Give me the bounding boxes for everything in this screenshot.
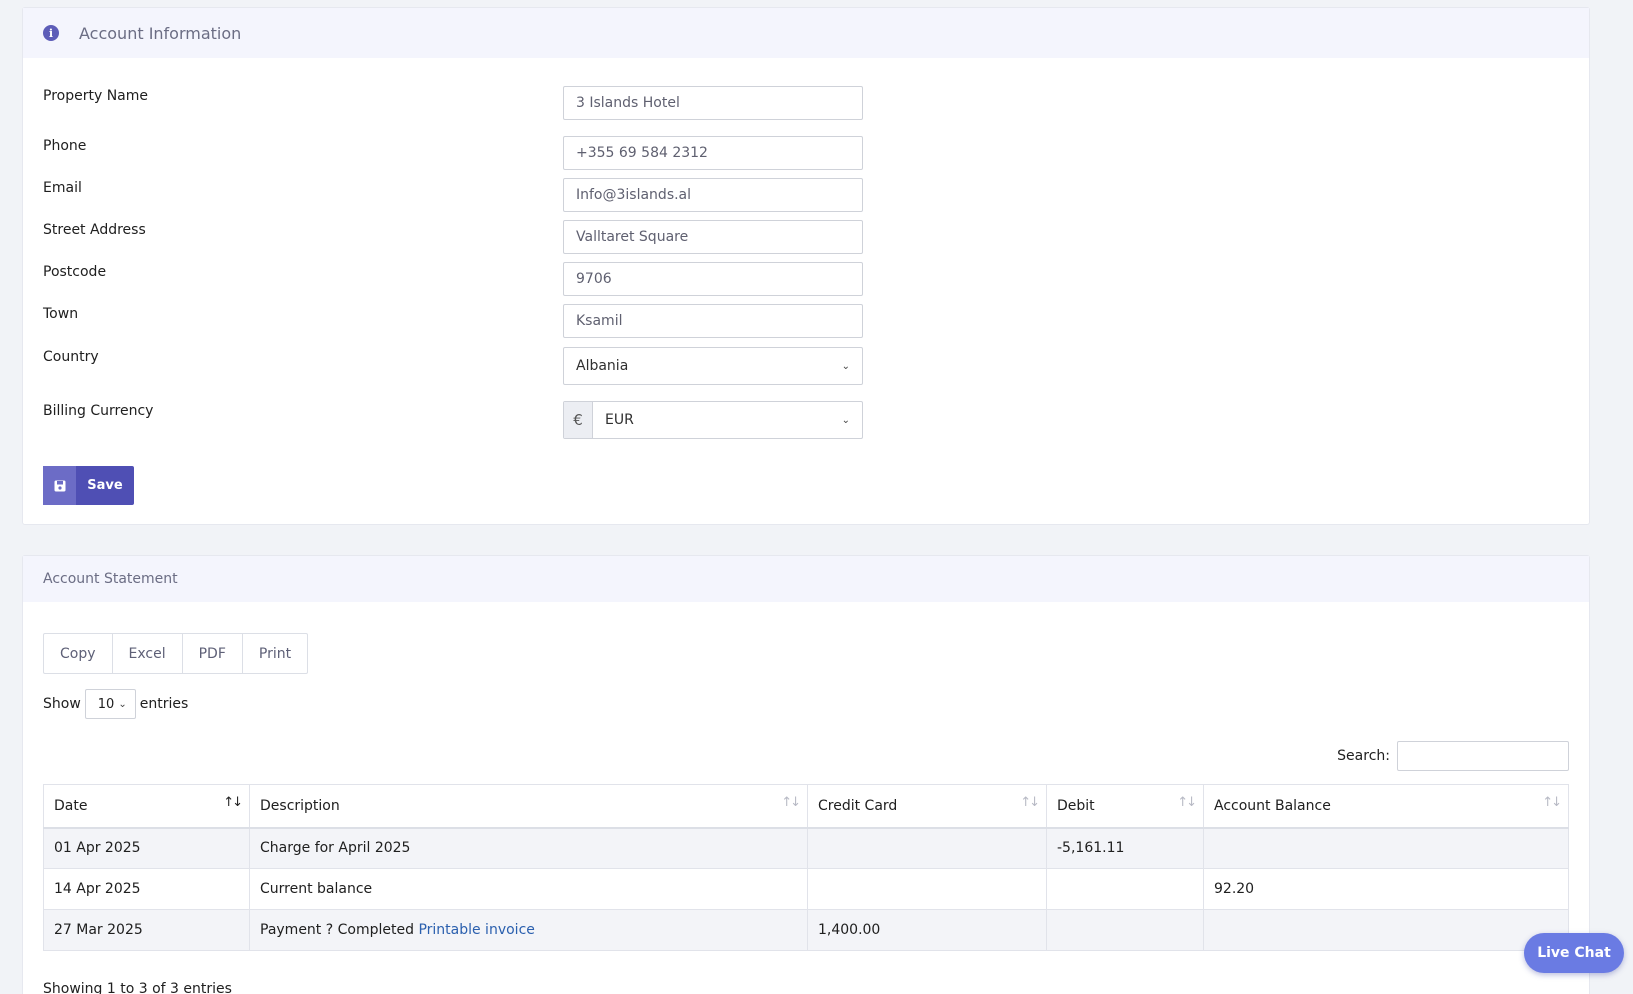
- table-search: Search:: [1337, 741, 1569, 771]
- entries-label: entries: [139, 696, 189, 712]
- account-statement-table: Date ↑↓ Description ↑↓ Credit Card ↑↓ Debit…: [43, 784, 1569, 951]
- cell-date: 14 Apr 2025: [43, 868, 250, 910]
- show-label: Show: [43, 696, 81, 712]
- sort-icon: ↑↓: [1542, 795, 1562, 810]
- phone-input[interactable]: +355 69 584 2312: [563, 136, 863, 170]
- table-row: 01 Apr 2025 Charge for April 2025 -5,161…: [43, 827, 1569, 869]
- cell-account-balance: [1203, 827, 1569, 869]
- column-header-debit[interactable]: Debit ↑↓: [1046, 784, 1204, 829]
- email-label: Email: [43, 180, 82, 196]
- entries-select[interactable]: 10 ⌄: [84, 689, 136, 719]
- column-header-date[interactable]: Date ↑↓: [43, 784, 250, 829]
- billing-currency-value: EUR: [605, 412, 634, 428]
- phone-label: Phone: [43, 138, 87, 154]
- table-row: 27 Mar 2025 Payment ? Completed Printabl…: [43, 909, 1569, 951]
- chevron-down-icon: ⌄: [841, 414, 850, 426]
- country-value: Albania: [576, 358, 629, 374]
- cell-debit: [1046, 909, 1204, 951]
- table-info: Showing 1 to 3 of 3 entries: [43, 981, 232, 994]
- cell-date: 01 Apr 2025: [43, 827, 250, 869]
- column-header-account-balance[interactable]: Account Balance ↑↓: [1203, 784, 1569, 829]
- column-header-credit-card-label: Credit Card: [818, 797, 898, 814]
- column-header-debit-label: Debit: [1057, 797, 1095, 814]
- property-name-input[interactable]: 3 Islands Hotel: [563, 86, 863, 120]
- sort-icon: ↑↓: [1020, 795, 1040, 810]
- column-header-account-balance-label: Account Balance: [1214, 797, 1331, 814]
- cell-date: 27 Mar 2025: [43, 909, 250, 951]
- copy-button[interactable]: Copy: [44, 634, 113, 673]
- floppy-disk-icon: [43, 466, 76, 505]
- postcode-label: Postcode: [43, 264, 107, 280]
- printable-invoice-link[interactable]: Printable invoice: [418, 922, 534, 938]
- description-text: Payment ? Completed: [260, 922, 414, 938]
- account-statement-title: Account Statement: [43, 571, 178, 587]
- entries-value: 10: [97, 696, 115, 712]
- postcode-input[interactable]: 9706: [563, 262, 863, 296]
- billing-currency-select[interactable]: € EUR ⌄: [563, 401, 863, 439]
- table-row: 14 Apr 2025 Current balance 92.20: [43, 868, 1569, 910]
- cell-credit-card: 1,400.00: [807, 909, 1047, 951]
- cell-debit: -5,161.11: [1046, 827, 1204, 869]
- column-header-description[interactable]: Description ↑↓: [249, 784, 808, 829]
- account-statement-card: Account Statement Copy Excel PDF Print S…: [22, 555, 1590, 994]
- info-icon: i: [43, 25, 59, 41]
- search-label: Search:: [1337, 748, 1390, 764]
- country-select[interactable]: Albania ⌄: [563, 347, 863, 385]
- live-chat-button[interactable]: Live Chat: [1524, 933, 1624, 973]
- cell-credit-card: [807, 868, 1047, 910]
- property-name-label: Property Name: [43, 88, 148, 104]
- town-input[interactable]: Ksamil: [563, 304, 863, 338]
- export-button-group: Copy Excel PDF Print: [43, 633, 309, 674]
- country-label: Country: [43, 349, 99, 365]
- column-header-credit-card[interactable]: Credit Card ↑↓: [807, 784, 1047, 829]
- street-address-input[interactable]: Valltaret Square: [563, 220, 863, 254]
- column-header-description-label: Description: [260, 797, 340, 814]
- euro-icon: €: [564, 402, 593, 438]
- account-information-header: i Account Information: [23, 8, 1589, 58]
- save-button[interactable]: Save: [43, 466, 134, 505]
- excel-button[interactable]: Excel: [113, 634, 183, 673]
- cell-account-balance: [1203, 909, 1569, 951]
- chevron-down-icon: ⌄: [841, 360, 850, 372]
- table-header-row: Date ↑↓ Description ↑↓ Credit Card ↑↓ Debit…: [43, 784, 1569, 829]
- print-button[interactable]: Print: [243, 634, 307, 673]
- account-statement-header: Account Statement: [23, 556, 1589, 602]
- cell-description: Payment ? Completed Printable invoice: [249, 909, 808, 951]
- chevron-down-icon: ⌄: [118, 698, 127, 710]
- account-information-title: Account Information: [79, 23, 242, 43]
- account-information-card: i Account Information Property Name 3 Is…: [22, 7, 1590, 525]
- billing-currency-value-wrap: EUR ⌄: [593, 412, 862, 428]
- cell-description: Charge for April 2025: [249, 827, 808, 869]
- email-input[interactable]: Info@3islands.al: [563, 178, 863, 212]
- street-address-label: Street Address: [43, 222, 146, 238]
- cell-credit-card: [807, 827, 1047, 869]
- sort-icon: ↑↓: [781, 795, 801, 810]
- entries-length-control: Show 10 ⌄ entries: [43, 689, 188, 719]
- pdf-button[interactable]: PDF: [183, 634, 243, 673]
- sort-icon: ↑↓: [1177, 795, 1197, 810]
- column-header-date-label: Date: [54, 797, 88, 814]
- billing-currency-label: Billing Currency: [43, 403, 154, 419]
- cell-account-balance: 92.20: [1203, 868, 1569, 910]
- save-button-label: Save: [87, 478, 123, 493]
- cell-debit: [1046, 868, 1204, 910]
- sort-ascending-icon: ↑↓: [223, 795, 243, 810]
- search-input[interactable]: [1397, 741, 1569, 771]
- town-label: Town: [43, 306, 79, 322]
- cell-description: Current balance: [249, 868, 808, 910]
